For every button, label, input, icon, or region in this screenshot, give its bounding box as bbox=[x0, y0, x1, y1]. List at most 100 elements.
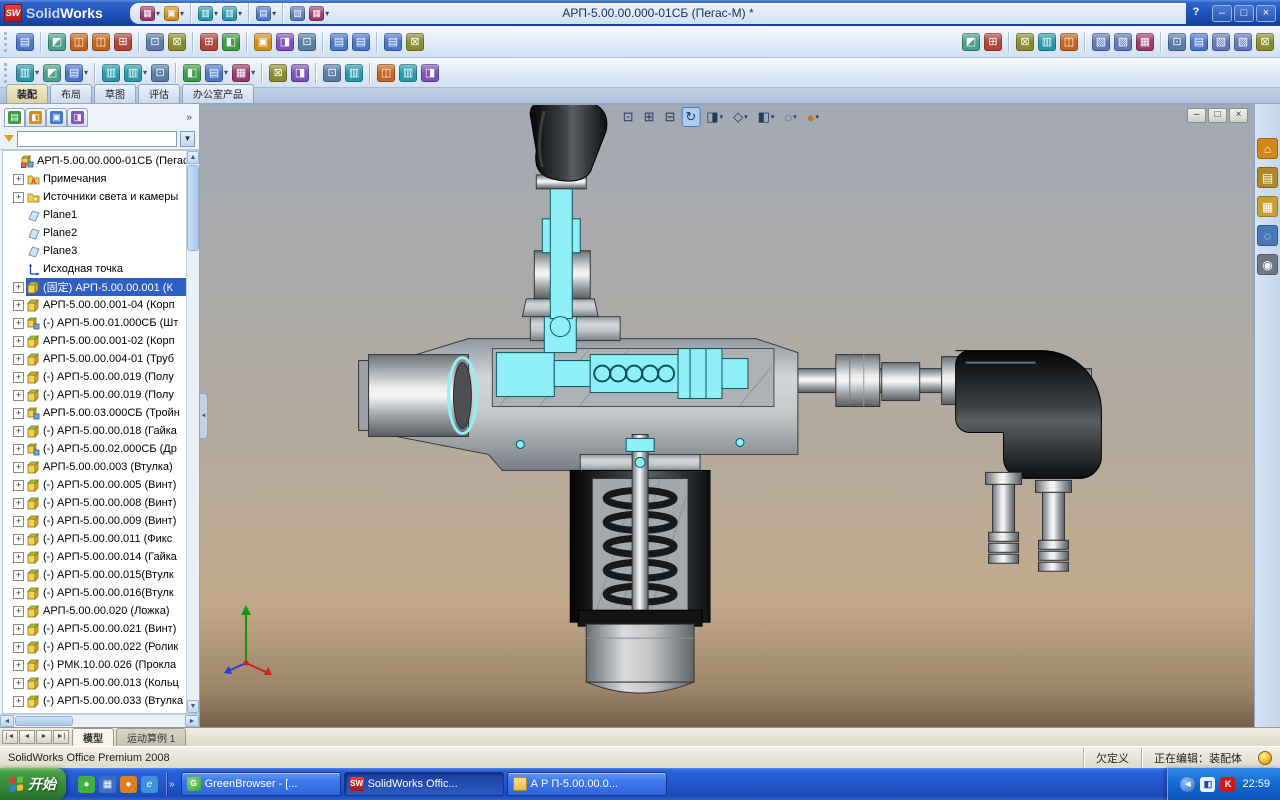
expand-icon[interactable]: + bbox=[13, 299, 24, 311]
new-motion-study-button[interactable]: ⊠ bbox=[268, 61, 288, 85]
move-component-button[interactable]: ▥ ▾ bbox=[123, 61, 148, 85]
dimxpertmanager-tab[interactable]: ◨ bbox=[67, 108, 88, 127]
mate-button[interactable]: ◩ bbox=[42, 61, 62, 85]
taskbar-button-1[interactable]: SW SolidWorks Offic... bbox=[343, 772, 504, 796]
media-player-icon[interactable]: ● bbox=[120, 775, 137, 793]
dropdown-arrow-icon[interactable]: ▾ bbox=[251, 68, 255, 77]
expand-icon[interactable]: + bbox=[13, 551, 24, 563]
tree-item[interactable]: + (-) АРП-5.00.01.000СБ (Шт bbox=[3, 314, 186, 332]
panel-expand-chevron[interactable]: » bbox=[186, 112, 196, 123]
scroll-up-button[interactable]: ▲ bbox=[187, 151, 199, 164]
tree-item[interactable]: + (-) АРП-5.00.00.009 (Винт) bbox=[3, 512, 186, 530]
tree-item[interactable]: Исходная точка bbox=[3, 260, 186, 278]
open-button[interactable]: ▣ ▾ bbox=[163, 1, 185, 25]
smart-fasteners-button[interactable]: ▥ bbox=[101, 61, 121, 85]
tree-item[interactable]: + (-) АРП-5.00.00.014 (Гайка bbox=[3, 548, 186, 566]
tree-item[interactable]: + (-) АРП-5.00.02.000СБ (Др bbox=[3, 440, 186, 458]
customize-icon[interactable]: ◉ bbox=[1257, 254, 1278, 275]
command-tab-3[interactable]: 评估 bbox=[138, 84, 180, 103]
expand-icon[interactable]: + bbox=[13, 677, 24, 689]
dropdown-arrow-icon[interactable]: ▾ bbox=[35, 68, 39, 77]
tree-item[interactable]: + (-) АРП-5.00.00.013 (Кольц bbox=[3, 674, 186, 692]
tree-item[interactable]: + (-) РМК.10.00.026 (Прокла bbox=[3, 656, 186, 674]
tree-item[interactable]: + (-) АРП-5.00.00.018 (Гайка bbox=[3, 422, 186, 440]
zebra-stripes-button[interactable]: ⊠ bbox=[405, 30, 425, 54]
bill-of-materials-button[interactable]: ◨ bbox=[290, 61, 310, 85]
tree-horizontal-scrollbar[interactable]: ◄ ► bbox=[0, 714, 199, 727]
show-desktop-icon[interactable]: ▦ bbox=[99, 775, 116, 793]
expand-icon[interactable]: + bbox=[13, 173, 24, 185]
view-orientation-button[interactable]: ◇ ▾ bbox=[729, 107, 752, 127]
tree-item[interactable]: + (-) АРП-5.00.00.021 (Винт) bbox=[3, 620, 186, 638]
expand-icon[interactable]: + bbox=[13, 695, 24, 707]
dropdown-arrow-icon[interactable]: ▾ bbox=[771, 113, 775, 121]
taskbar-button-2[interactable]: А Р П-5.00.00.0... bbox=[506, 772, 667, 796]
new-document-button[interactable]: ▦ ▾ bbox=[139, 1, 161, 25]
expand-icon[interactable]: + bbox=[13, 353, 24, 365]
zoom-to-fit-button[interactable]: ⊡ bbox=[619, 107, 638, 127]
equations-button[interactable]: ⊡ bbox=[145, 30, 165, 54]
insert-component-button[interactable]: ▥ ▾ bbox=[15, 61, 40, 85]
assembly-features-button[interactable]: ▤ ▾ bbox=[204, 61, 229, 85]
measure-button[interactable]: ▣ bbox=[253, 30, 273, 54]
close-button[interactable]: × bbox=[1256, 4, 1276, 22]
dropdown-arrow-icon[interactable]: ▾ bbox=[793, 113, 797, 121]
exploded-view-button[interactable]: ⊡ bbox=[322, 61, 342, 85]
spell-checker-button[interactable]: ▤ bbox=[15, 30, 35, 54]
expand-icon[interactable]: + bbox=[13, 425, 24, 437]
section-view-button[interactable]: ◨ ▾ bbox=[702, 107, 727, 127]
start-button[interactable]: 开始 bbox=[0, 768, 66, 800]
minimize-button[interactable]: – bbox=[1212, 4, 1232, 22]
zoom-to-area-button[interactable]: ⊞ bbox=[640, 107, 659, 127]
language-icon[interactable]: ◧ bbox=[1200, 776, 1216, 792]
tree-item[interactable]: + АРП-5.00.00.001-02 (Корп bbox=[3, 332, 186, 350]
expand-icon[interactable]: + bbox=[13, 497, 24, 509]
edit-appearance-hud-button[interactable]: ● ▾ bbox=[803, 107, 823, 127]
tree-item[interactable]: Plane3 bbox=[3, 242, 186, 260]
toolbar-grip[interactable] bbox=[4, 31, 9, 52]
simulationxpress-button[interactable]: ▧ bbox=[1113, 30, 1133, 54]
dropdown-arrow-icon[interactable]: ▾ bbox=[272, 9, 276, 18]
quick-tips-icon[interactable] bbox=[1258, 750, 1272, 765]
motion-study-button[interactable]: ▧ bbox=[1091, 30, 1111, 54]
tree-item[interactable]: + (-) АРП-5.00.00.011 (Фикс bbox=[3, 530, 186, 548]
help-button[interactable]: ? bbox=[1186, 5, 1206, 22]
dropdown-arrow-icon[interactable]: ▾ bbox=[180, 9, 184, 18]
floxpress-button[interactable]: ▦ bbox=[1135, 30, 1155, 54]
tab-scroll-button-3[interactable]: ►| bbox=[53, 730, 69, 744]
tree-item[interactable]: + (-) АРП-5.00.00.033 (Втулка bbox=[3, 692, 186, 710]
tree-vertical-scrollbar[interactable]: ▲ ▼ bbox=[186, 151, 199, 713]
tab-scroll-button-0[interactable]: |◄ bbox=[2, 730, 18, 744]
tree-item[interactable]: + АРП-5.00.03.000СБ (Тройн bbox=[3, 404, 186, 422]
dimension-button[interactable]: ◫ bbox=[69, 30, 89, 54]
expand-icon[interactable]: + bbox=[13, 659, 24, 671]
dropdown-arrow-icon[interactable]: ▾ bbox=[720, 113, 724, 121]
expand-icon[interactable]: + bbox=[13, 335, 24, 347]
tree-item[interactable]: Plane2 bbox=[3, 224, 186, 242]
tree-item[interactable]: + (固定) АРП-5.00.00.001 (К bbox=[3, 278, 186, 296]
tree-item[interactable]: + Источники света и камеры bbox=[3, 188, 186, 206]
dropdown-arrow-icon[interactable]: ▾ bbox=[744, 113, 748, 121]
display-style-button[interactable]: ◧ ▾ bbox=[754, 107, 779, 127]
import-diagnostics-button[interactable]: ▤ bbox=[351, 30, 371, 54]
graphics-area[interactable]: ⊡ ⊞ ⊟ ↻ ◨ ▾ ◇ ▾ ◧ ▾ ◌ ▾ ● ▾ – □ × ◄ bbox=[200, 104, 1254, 727]
expand-icon[interactable]: + bbox=[13, 479, 24, 491]
dropdown-arrow-icon[interactable]: ▾ bbox=[214, 9, 218, 18]
dropdown-arrow-icon[interactable]: ▾ bbox=[156, 9, 160, 18]
restore-button[interactable]: □ bbox=[1234, 4, 1254, 22]
undo-button[interactable]: ▤ ▾ bbox=[255, 1, 277, 25]
tab-scroll-button-2[interactable]: ► bbox=[36, 730, 52, 744]
tree-item[interactable]: + (-) АРП-5.00.00.008 (Винт) bbox=[3, 494, 186, 512]
task-scheduler-button[interactable]: ⊠ bbox=[1255, 30, 1275, 54]
print-button[interactable]: ▥ ▾ bbox=[221, 1, 243, 25]
solidworks-resources-icon[interactable]: ⌂ bbox=[1257, 138, 1278, 159]
dropdown-arrow-icon[interactable]: ▾ bbox=[224, 68, 228, 77]
photoworks-button[interactable]: ▤ bbox=[1189, 30, 1209, 54]
tree-item[interactable]: + (-) АРП-5.00.00.019 (Полу bbox=[3, 386, 186, 404]
screen-capture-button[interactable]: ◩ bbox=[961, 30, 981, 54]
tree-item[interactable]: Plane1 bbox=[3, 206, 186, 224]
search-icon[interactable]: ◌ bbox=[1257, 225, 1278, 246]
large-assembly-mode-button[interactable]: ◨ bbox=[420, 61, 440, 85]
linear-component-pattern-button[interactable]: ▤ ▾ bbox=[64, 61, 89, 85]
propertymanager-tab[interactable]: ◧ bbox=[25, 108, 46, 127]
